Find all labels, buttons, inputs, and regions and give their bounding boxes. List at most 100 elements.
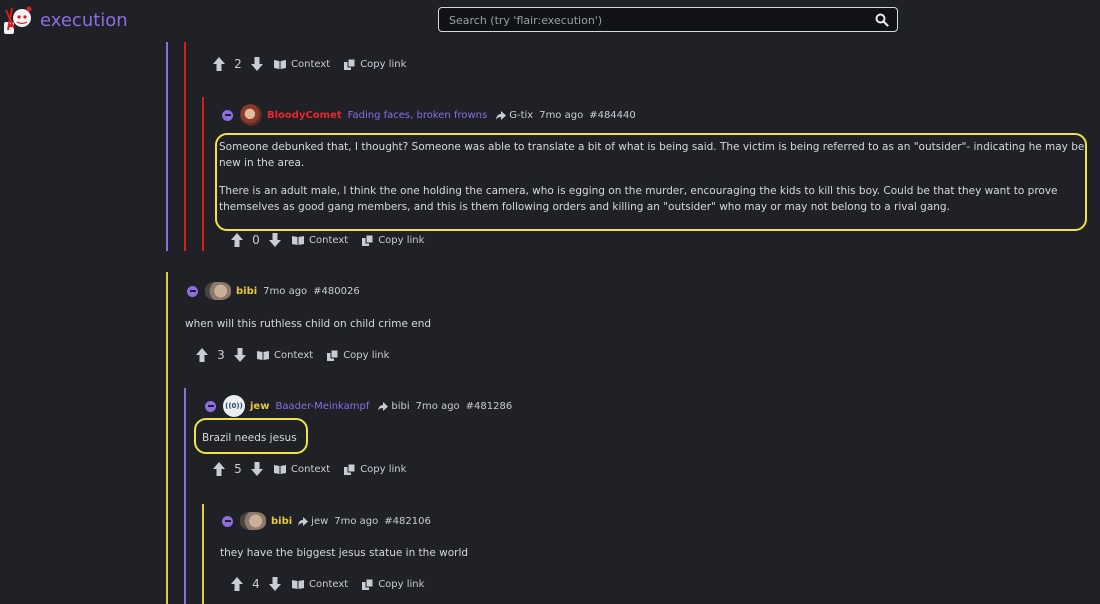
reply-to[interactable]: bibi — [378, 400, 410, 412]
copy-link[interactable]: Copy link — [344, 58, 407, 70]
reply-to-name: bibi — [391, 400, 410, 412]
score: 3 — [217, 348, 225, 362]
comment-header: bibi jew 7mo ago #482106 — [222, 511, 431, 531]
collapse-button[interactable] — [205, 400, 216, 412]
copy-link-label: Copy link — [343, 349, 390, 361]
copy-icon — [344, 463, 356, 475]
timestamp: 7mo ago — [415, 400, 460, 412]
comment-actions: 0 Context Copy link — [230, 231, 424, 249]
context-link[interactable]: Context — [257, 350, 313, 361]
comment-actions: 4 Context Copy link — [230, 575, 424, 593]
comment-actions: 5 Context Copy link — [212, 460, 406, 478]
username[interactable]: bibi — [271, 516, 292, 527]
downvote-icon[interactable] — [268, 576, 282, 592]
upvote-icon[interactable] — [212, 56, 226, 72]
comment-id[interactable]: #480026 — [313, 286, 360, 297]
comment-actions: 2 Context Copy link — [212, 55, 406, 73]
context-link[interactable]: Context — [292, 235, 348, 246]
comment-header: BloodyComet Fading faces, broken frowns … — [222, 104, 636, 126]
highlight-box — [194, 418, 308, 454]
collapse-button[interactable] — [222, 109, 233, 121]
copy-link-label: Copy link — [378, 578, 425, 590]
score: 0 — [252, 233, 260, 247]
downvote-icon[interactable] — [268, 232, 282, 248]
book-icon — [274, 60, 286, 69]
upvote-icon[interactable] — [212, 461, 226, 477]
upvote-icon[interactable] — [230, 232, 244, 248]
copy-icon — [362, 234, 374, 246]
score: 2 — [234, 57, 242, 71]
context-label: Context — [309, 578, 349, 590]
collapse-button[interactable] — [222, 515, 233, 527]
copy-link-label: Copy link — [360, 463, 407, 475]
comment-text: when will this ruthless child on child c… — [185, 318, 432, 330]
context-label: Context — [291, 58, 331, 70]
upvote-icon[interactable] — [195, 347, 209, 363]
downvote-icon[interactable] — [233, 347, 247, 363]
username[interactable]: jew — [250, 401, 269, 412]
book-icon — [257, 351, 269, 360]
search-input[interactable] — [447, 11, 871, 30]
timestamp: 7mo ago — [334, 515, 379, 527]
reply-arrow-icon — [496, 110, 507, 120]
search-icon[interactable] — [875, 13, 889, 27]
thread-line-yellow-inner[interactable] — [202, 504, 204, 604]
avatar[interactable] — [240, 512, 266, 530]
thread-line-purple-outer[interactable] — [166, 42, 168, 251]
book-icon — [292, 580, 304, 589]
avatar[interactable] — [240, 104, 262, 126]
thread-line-yellow[interactable] — [166, 272, 168, 604]
score: 4 — [252, 577, 260, 591]
search-box[interactable] — [438, 7, 898, 32]
book-icon — [274, 465, 286, 474]
thread-line-purple-inner[interactable] — [184, 388, 186, 604]
comment-id[interactable]: #481286 — [466, 401, 513, 412]
avatar-text: ((0)) — [225, 402, 243, 410]
downvote-icon[interactable] — [250, 461, 264, 477]
highlight-box — [215, 133, 1087, 231]
username[interactable]: BloodyComet — [267, 110, 342, 121]
username[interactable]: bibi — [236, 286, 257, 297]
copy-link[interactable]: Copy link — [362, 578, 425, 590]
comment-body: they have the biggest jesus statue in th… — [220, 545, 468, 561]
thread-line-red-outer[interactable] — [184, 42, 186, 251]
site-logo-icon[interactable] — [2, 4, 36, 36]
timestamp: 7mo ago — [539, 109, 584, 121]
copy-link[interactable]: Copy link — [327, 349, 390, 361]
comment-actions: 3 Context Copy link — [195, 346, 389, 364]
comment-id[interactable]: #482106 — [384, 516, 431, 527]
collapse-button[interactable] — [187, 285, 198, 297]
context-label: Context — [291, 463, 331, 475]
context-label: Context — [309, 234, 349, 246]
reply-to-name: G-tix — [509, 109, 534, 121]
copy-link-label: Copy link — [360, 58, 407, 70]
score: 5 — [234, 462, 242, 476]
avatar[interactable] — [205, 282, 231, 300]
thread-line-red-inner[interactable] — [202, 97, 204, 251]
reply-arrow-icon — [378, 401, 389, 411]
copy-link[interactable]: Copy link — [362, 234, 425, 246]
user-flair: Fading faces, broken frowns — [347, 109, 488, 121]
upvote-icon[interactable] — [230, 576, 244, 592]
reply-to[interactable]: jew — [298, 516, 328, 527]
comment-header: bibi 7mo ago #480026 — [187, 281, 360, 301]
timestamp: 7mo ago — [263, 285, 308, 297]
site-name[interactable]: execution — [40, 10, 128, 31]
copy-link[interactable]: Copy link — [344, 463, 407, 475]
copy-icon — [344, 58, 356, 70]
comment-text: they have the biggest jesus statue in th… — [220, 547, 469, 559]
context-label: Context — [274, 349, 314, 361]
comment-id[interactable]: #484440 — [589, 110, 636, 121]
copy-link-label: Copy link — [378, 234, 425, 246]
avatar[interactable]: ((0)) — [223, 395, 245, 417]
reply-to[interactable]: G-tix — [496, 110, 533, 121]
context-link[interactable]: Context — [292, 579, 348, 590]
comment-header: ((0)) jew Baader-Meinkampf bibi 7mo ago … — [205, 395, 513, 417]
reply-to-name: jew — [311, 515, 329, 527]
copy-icon — [327, 349, 339, 361]
copy-icon — [362, 578, 374, 590]
context-link[interactable]: Context — [274, 464, 330, 475]
context-link[interactable]: Context — [274, 59, 330, 70]
downvote-icon[interactable] — [250, 56, 264, 72]
top-bar: execution — [0, 0, 1100, 42]
